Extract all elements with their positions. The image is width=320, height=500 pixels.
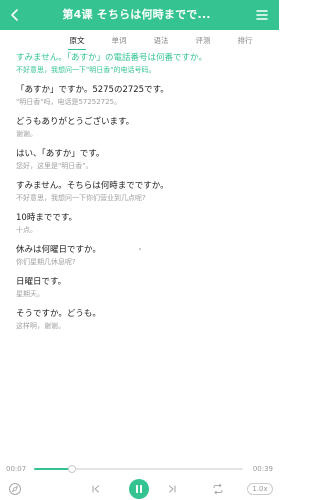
tab-vocabulary[interactable]: 单词 [98,30,140,52]
speed-button[interactable]: 1.0x [246,478,274,500]
dialogue-list: すみません。「あすか」の電話番号は何番ですか。 不好意思，我想问一下"明日香"的… [16,52,266,340]
speed-label: 1.0x [247,483,273,495]
japanese-text: 10時までです。 [16,213,77,223]
current-time: 00:07 [6,465,27,473]
dialogue-line[interactable]: すみません。「あすか」の電話番号は何番ですか。 不好意思，我想问一下"明日香"的… [16,52,266,76]
japanese-text: どうもありがとうございます。 [16,117,135,127]
chinese-translation: 您好，这里是"明日香"。 [16,162,93,170]
chinese-translation: 这样啊，谢谢。 [16,322,65,330]
tab-original[interactable]: 原文 [56,30,98,52]
japanese-text: 日曜日です。 [16,277,67,287]
dialogue-line[interactable]: すみません。そちらは何時までですか。 不好意思，我想问一下你们营业到几点呢? [16,180,266,204]
top-bar: 第4课 そちらは何時までで... [0,0,279,30]
player-controls: 1.0x [0,478,279,500]
pause-icon [129,479,149,499]
total-time: 00:39 [252,465,273,473]
chinese-translation: 你们星期几休息呢? [16,258,76,266]
japanese-text: そうですか。どうも。 [16,309,101,319]
tab-grammar[interactable]: 语法 [140,30,182,52]
japanese-text: すみません。そちらは何時までですか。 [16,181,169,191]
compass-icon[interactable] [4,478,26,500]
skip-next-icon[interactable] [162,478,182,500]
list-icon[interactable] [249,0,275,30]
dialogue-line[interactable]: 10時までです。 十点。 [16,212,266,236]
chinese-translation: 不好意思，我想问一下"明日香"的电话号码。 [16,66,156,74]
japanese-text: 休みは何曜日ですか。 [16,245,101,255]
chinese-translation: 不好意思，我想问一下你们营业到几点呢? [16,194,146,202]
skip-previous-icon[interactable] [86,478,106,500]
dialogue-line[interactable]: はい、「あすか」です。 您好，这里是"明日香"。 [16,148,266,172]
audio-progress: 00:07 00:39 [0,462,279,478]
chevron-left-icon[interactable] [2,0,28,30]
chinese-translation: "明日香"吗，电话是57252725。 [16,98,122,106]
dialogue-line[interactable]: そうですか。どうも。 这样啊，谢谢。 [16,308,266,332]
tab-ranking[interactable]: 排行 [224,30,266,52]
scroll-dot [139,248,141,250]
pause-button[interactable] [127,478,151,500]
chinese-translation: 谢谢。 [16,130,37,138]
dialogue-line[interactable]: どうもありがとうございます。 谢谢。 [16,116,266,140]
japanese-text: はい、「あすか」です。 [16,149,105,159]
progress-fill [34,468,72,470]
dialogue-line[interactable]: 「あすか」ですか。5275の2725です。 "明日香"吗，电话是57252725… [16,84,266,108]
tab-evaluation[interactable]: 评测 [182,30,224,52]
chinese-translation: 星期天。 [16,290,44,298]
japanese-text: 「あすか」ですか。5275の2725です。 [16,85,169,95]
progress-track[interactable] [34,465,243,473]
tab-bar: 原文 单词 语法 评测 排行 [56,30,266,52]
japanese-text: すみません。「あすか」の電話番号は何番ですか。 [16,53,207,63]
repeat-icon[interactable] [207,478,229,500]
dialogue-line[interactable]: 日曜日です。 星期天。 [16,276,266,300]
progress-handle[interactable] [67,465,76,473]
page-title: 第4课 そちらは何時までで... [62,8,211,21]
dialogue-line[interactable]: 休みは何曜日ですか。 你们星期几休息呢? [16,244,266,268]
chinese-translation: 十点。 [16,226,37,234]
